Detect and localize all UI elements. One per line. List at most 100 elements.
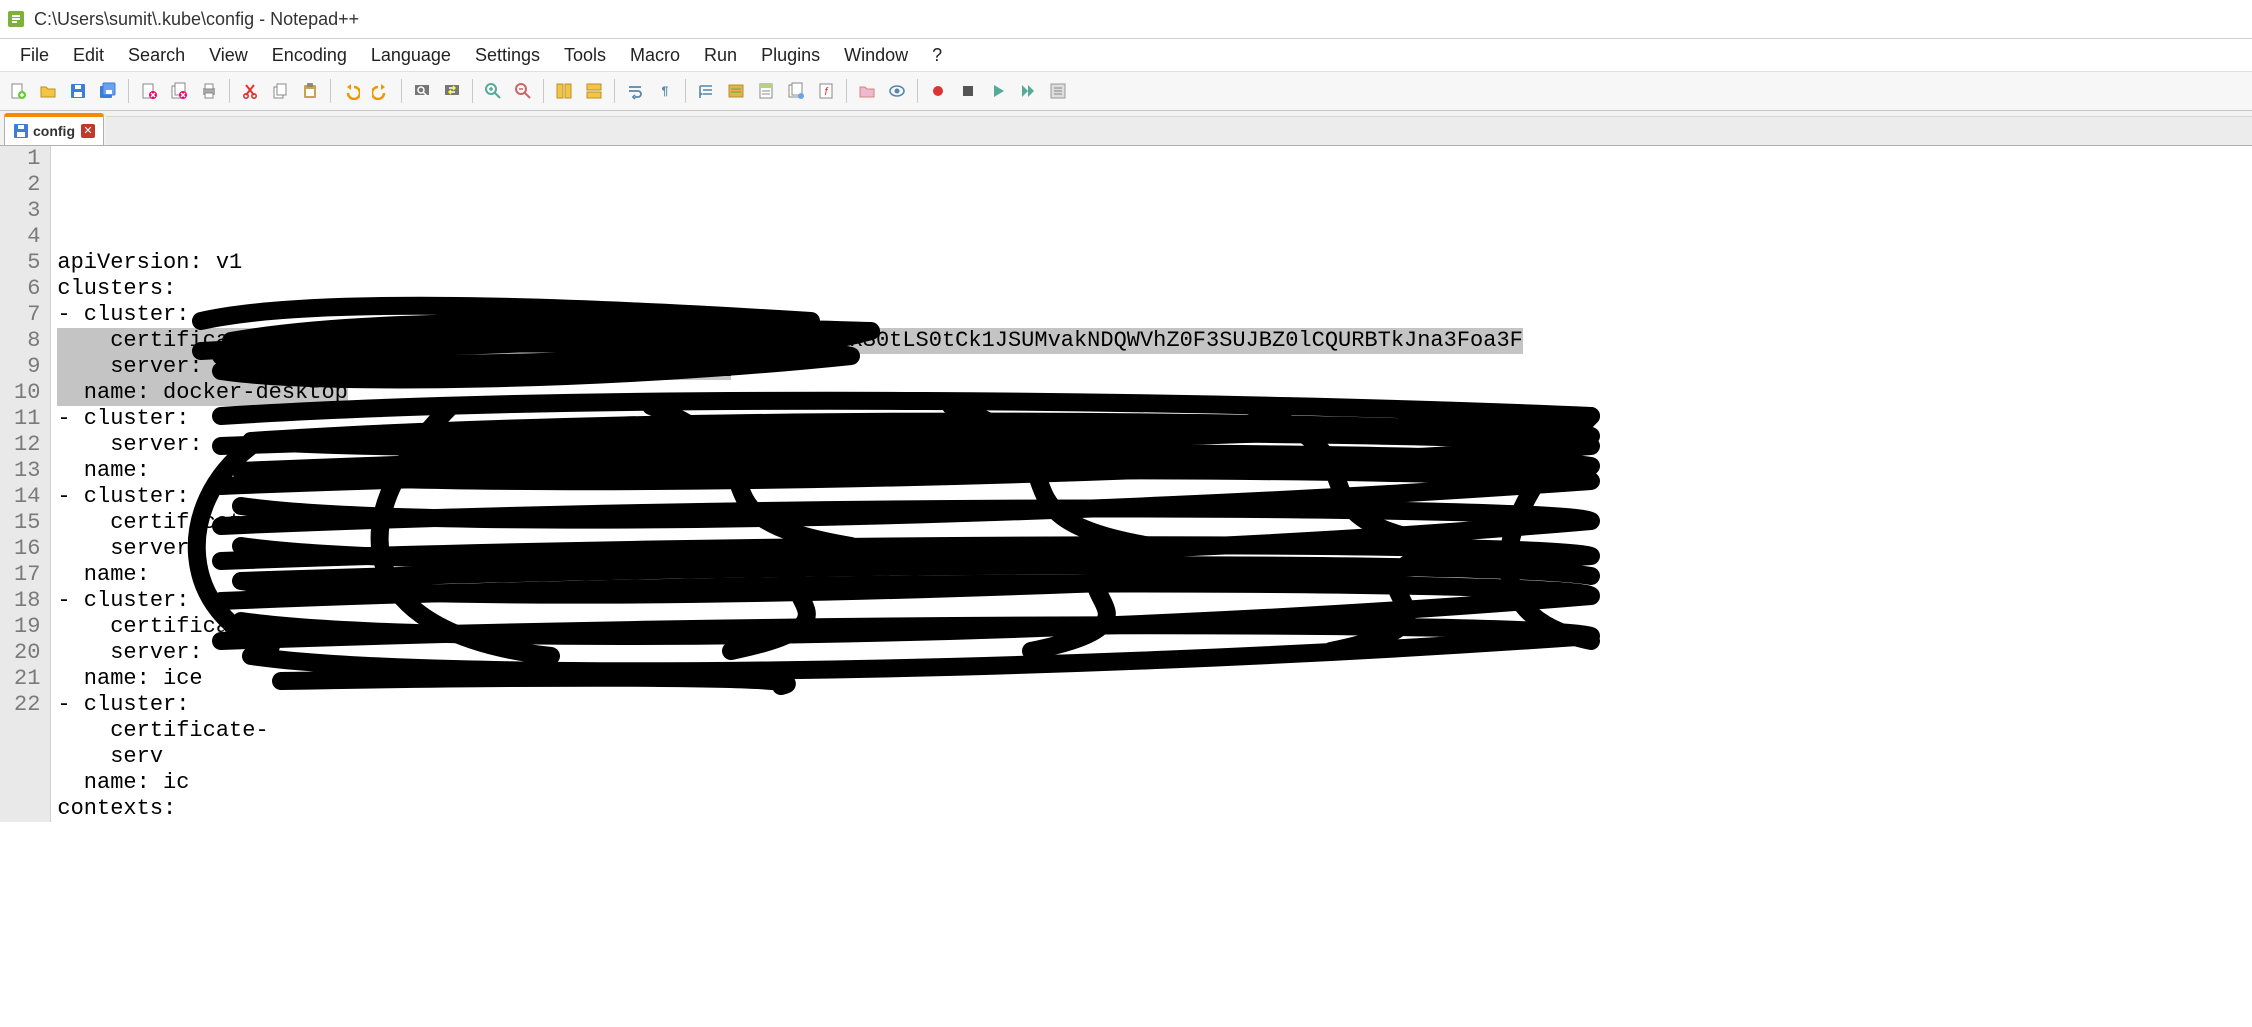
code-line[interactable]: - cluster: (57, 692, 2252, 718)
menu-encoding[interactable]: Encoding (260, 41, 359, 70)
user-lang-icon[interactable] (722, 77, 750, 105)
func-list-icon[interactable]: f (812, 77, 840, 105)
find-icon[interactable] (408, 77, 436, 105)
close-all-icon[interactable] (165, 77, 193, 105)
stop-macro-icon[interactable] (954, 77, 982, 105)
code-line[interactable]: server: https://kubernetes.docker.intern… (57, 354, 2252, 380)
line-number: 15 (14, 510, 40, 536)
menu-language[interactable]: Language (359, 41, 463, 70)
toolbar-separator (330, 79, 331, 103)
zoom-out-icon[interactable] (509, 77, 537, 105)
menu-tools[interactable]: Tools (552, 41, 618, 70)
code-line[interactable]: certificate-authority-data: LS0tLS1CRUdJ… (57, 328, 2252, 354)
app-icon (6, 9, 26, 29)
code-line[interactable]: certificate-author (57, 510, 2252, 536)
menu-search[interactable]: Search (116, 41, 197, 70)
line-number: 6 (14, 276, 40, 302)
menu-view[interactable]: View (197, 41, 260, 70)
toolbar-separator (472, 79, 473, 103)
print-icon[interactable] (195, 77, 223, 105)
tab-filler (106, 116, 2252, 145)
line-number: 19 (14, 614, 40, 640)
sync-v-icon[interactable] (550, 77, 578, 105)
paste-icon[interactable] (296, 77, 324, 105)
save-icon (13, 123, 29, 139)
code-line[interactable]: name: docker-desktop (57, 380, 2252, 406)
menu-file[interactable]: File (8, 41, 61, 70)
code-line[interactable]: server: (57, 640, 2252, 666)
code-line[interactable]: name: (57, 458, 2252, 484)
line-number: 4 (14, 224, 40, 250)
toolbar-separator (614, 79, 615, 103)
code-line[interactable]: - cluster: (57, 484, 2252, 510)
save-all-icon[interactable] (94, 77, 122, 105)
code-line[interactable]: server: (57, 432, 2252, 458)
redo-icon[interactable] (367, 77, 395, 105)
title-bar: C:\Users\sumit\.kube\config - Notepad++ (0, 0, 2252, 39)
run-multiple-icon[interactable] (1014, 77, 1042, 105)
code-line[interactable]: certificate- (57, 718, 2252, 744)
close-icon[interactable]: ✕ (81, 124, 95, 138)
toolbar-separator (229, 79, 230, 103)
editor[interactable]: 12345678910111213141516171819202122 apiV… (0, 146, 2252, 822)
save-icon[interactable] (64, 77, 92, 105)
line-number: 2 (14, 172, 40, 198)
word-wrap-icon[interactable] (621, 77, 649, 105)
code-line[interactable]: contexts: (57, 796, 2252, 822)
line-number: 8 (14, 328, 40, 354)
close-file-icon[interactable] (135, 77, 163, 105)
code-line[interactable]: clusters: (57, 276, 2252, 302)
menu-edit[interactable]: Edit (61, 41, 116, 70)
new-file-icon[interactable] (4, 77, 32, 105)
line-number: 11 (14, 406, 40, 432)
zoom-in-icon[interactable] (479, 77, 507, 105)
sync-h-icon[interactable] (580, 77, 608, 105)
menu-plugins[interactable]: Plugins (749, 41, 832, 70)
play-macro-icon[interactable] (984, 77, 1012, 105)
code-line[interactable]: - cluster: (57, 588, 2252, 614)
line-number: 1 (14, 146, 40, 172)
indent-guide-icon[interactable] (692, 77, 720, 105)
line-number: 17 (14, 562, 40, 588)
code-line[interactable]: name: ice (57, 666, 2252, 692)
line-number: 16 (14, 536, 40, 562)
window-title: C:\Users\sumit\.kube\config - Notepad++ (34, 9, 359, 30)
code-line[interactable]: - cluster: (57, 406, 2252, 432)
menu-settings[interactable]: Settings (463, 41, 552, 70)
doc-list-icon[interactable] (782, 77, 810, 105)
show-all-chars-icon[interactable]: ¶ (651, 77, 679, 105)
folder-as-workspace-icon[interactable] (853, 77, 881, 105)
line-number: 22 (14, 692, 40, 718)
code-line[interactable]: name: ic (57, 770, 2252, 796)
toolbar-separator (128, 79, 129, 103)
line-number: 7 (14, 302, 40, 328)
tab-config[interactable]: config ✕ (4, 113, 104, 145)
code-line[interactable]: serv (57, 744, 2252, 770)
line-number: 9 (14, 354, 40, 380)
line-number: 21 (14, 666, 40, 692)
code-line[interactable]: server: (57, 536, 2252, 562)
code-line[interactable]: - cluster: (57, 302, 2252, 328)
save-macro-icon[interactable] (1044, 77, 1072, 105)
server-url-link[interactable]: https://kubernetes.docker.internal:6443 (216, 354, 731, 379)
undo-icon[interactable] (337, 77, 365, 105)
line-number: 10 (14, 380, 40, 406)
menu-run[interactable]: Run (692, 41, 749, 70)
line-number: 18 (14, 588, 40, 614)
menu-macro[interactable]: Macro (618, 41, 692, 70)
doc-map-icon[interactable] (752, 77, 780, 105)
menu-help[interactable]: ? (920, 41, 954, 70)
code-area[interactable]: apiVersion: v1clusters:- cluster: certif… (51, 146, 2252, 822)
code-line[interactable]: certificate (57, 614, 2252, 640)
open-file-icon[interactable] (34, 77, 62, 105)
menu-window[interactable]: Window (832, 41, 920, 70)
code-line[interactable]: name: (57, 562, 2252, 588)
replace-icon[interactable] (438, 77, 466, 105)
code-line[interactable]: apiVersion: v1 (57, 250, 2252, 276)
monitor-icon[interactable] (883, 77, 911, 105)
toolbar-separator (685, 79, 686, 103)
line-number: 3 (14, 198, 40, 224)
cut-icon[interactable] (236, 77, 264, 105)
record-macro-icon[interactable] (924, 77, 952, 105)
copy-icon[interactable] (266, 77, 294, 105)
